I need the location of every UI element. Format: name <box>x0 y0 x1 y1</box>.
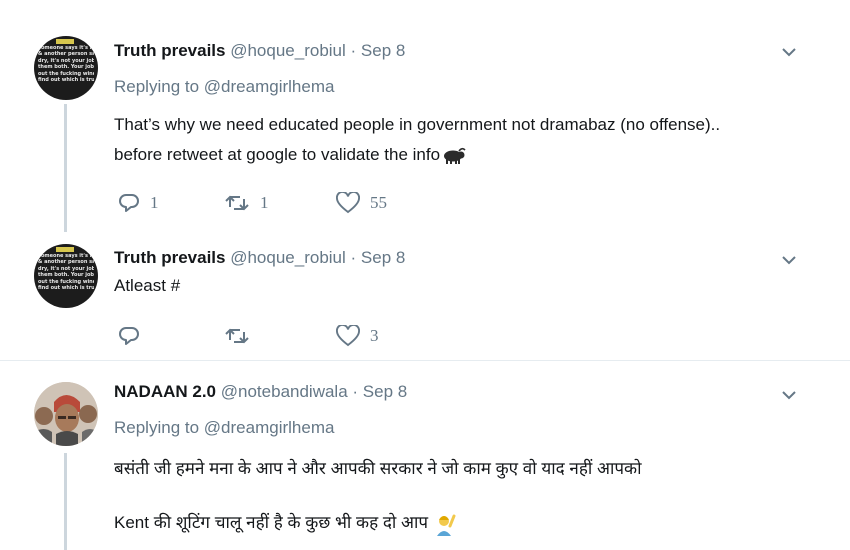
thread-line <box>64 104 67 232</box>
chevron-down-icon[interactable] <box>778 44 800 60</box>
heart-icon <box>336 325 360 347</box>
avatar[interactable]: someone says it's rain & another person … <box>34 244 98 308</box>
tweet-text-line-2-text: Kent की शूटिंग चालू नहीं है के कुछ भी कह… <box>114 513 429 532</box>
retweet-icon <box>225 328 249 344</box>
tweet-text-line-2: before retweet at google to validate the… <box>114 145 466 165</box>
like-count: 55 <box>370 193 387 212</box>
author-name[interactable]: Truth prevails <box>114 41 225 60</box>
separator: · <box>345 248 361 267</box>
reply-icon <box>119 194 139 212</box>
like-button[interactable]: 55 <box>336 191 387 215</box>
reply-button[interactable]: 1 <box>118 191 159 215</box>
author-handle[interactable]: @hoque_robiul <box>230 41 346 60</box>
separator: · <box>347 382 363 401</box>
chevron-down-icon[interactable] <box>778 252 800 268</box>
avatar[interactable]: someone says it's rain & another person … <box>34 36 98 100</box>
replying-label: Replying to <box>114 418 200 437</box>
retweet-button[interactable]: 1 <box>224 191 269 215</box>
tweet-actions: 3 <box>114 324 514 348</box>
chevron-down-icon[interactable] <box>778 387 800 403</box>
replying-label: Replying to <box>114 77 200 96</box>
tweet-date[interactable]: Sep 8 <box>361 248 405 267</box>
tweet-1[interactable]: someone says it's rain & another person … <box>0 0 850 232</box>
separator: · <box>345 41 361 60</box>
tweet-header: Truth prevails @hoque_robiul · Sep 8 <box>114 41 405 61</box>
tweet-text-line-2: Kent की शूटिंग चालू नहीं है के कुछ भी कह… <box>114 510 457 536</box>
avatar[interactable] <box>34 382 98 446</box>
like-button[interactable]: 3 <box>336 324 379 348</box>
tweet-text-line-1: बसंती जी हमने मना के आप ने और आपकी सरकार… <box>114 459 642 478</box>
water-buffalo-emoji <box>444 147 466 164</box>
tweet-header: Truth prevails @hoque_robiul · Sep 8 <box>114 248 405 268</box>
person-raising-hand-emoji <box>436 514 456 536</box>
like-count: 3 <box>370 326 379 345</box>
mention-link[interactable]: @dreamgirlhema <box>204 77 335 96</box>
tweet-3[interactable]: NADAAN 2.0 @notebandiwala · Sep 8 Replyi… <box>0 361 850 550</box>
reply-count: 1 <box>150 193 159 212</box>
retweet-icon <box>225 195 249 211</box>
author-handle[interactable]: @hoque_robiul <box>230 248 346 267</box>
tweet-actions: 1 1 55 <box>114 191 514 215</box>
tweet-2[interactable]: someone says it's rain & another person … <box>0 232 850 360</box>
retweet-button[interactable] <box>224 324 260 348</box>
heart-icon <box>336 192 360 214</box>
tweet-date[interactable]: Sep 8 <box>363 382 407 401</box>
tweet-date[interactable]: Sep 8 <box>361 41 405 60</box>
replying-to: Replying to @dreamgirlhema <box>114 77 334 97</box>
tweet-text-line-2-text: before retweet at google to validate the… <box>114 145 441 164</box>
mention-link[interactable]: @dreamgirlhema <box>204 418 335 437</box>
avatar-tag <box>56 247 74 252</box>
tweet-text-line-1: Atleast # <box>114 276 181 295</box>
author-handle[interactable]: @notebandiwala <box>221 382 348 401</box>
tweet-header: NADAAN 2.0 @notebandiwala · Sep 8 <box>114 382 407 402</box>
avatar-caption: someone says it's rain & another person … <box>38 45 94 84</box>
retweet-count: 1 <box>260 193 269 212</box>
tweet-text-line-1: That’s why we need educated people in go… <box>114 115 721 134</box>
reply-icon <box>119 327 139 345</box>
author-name[interactable]: NADAAN 2.0 <box>114 382 216 401</box>
author-name[interactable]: Truth prevails <box>114 248 225 267</box>
replying-to: Replying to @dreamgirlhema <box>114 418 334 438</box>
avatar-tag <box>56 39 74 44</box>
reply-button[interactable] <box>118 324 150 348</box>
thread-line <box>64 453 67 550</box>
avatar-caption: someone says it's rain & another person … <box>38 253 94 292</box>
avatar-photo <box>34 382 98 446</box>
